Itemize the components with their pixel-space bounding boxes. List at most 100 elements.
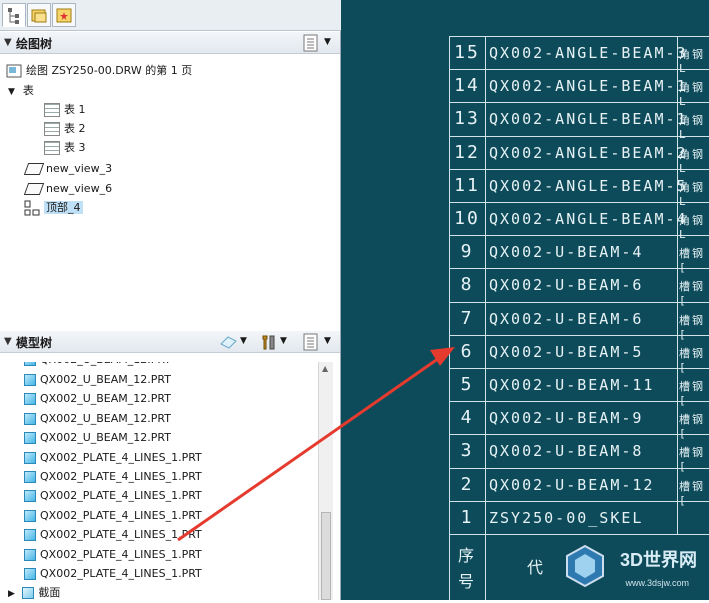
bom-row-number: 10 [454, 208, 480, 229]
table-label: 表 2 [64, 122, 86, 135]
table-icon [44, 122, 60, 136]
bom-row-number: 13 [454, 108, 480, 130]
watermark-url: www.3dsjw.com [625, 578, 689, 588]
part-icon [24, 509, 36, 522]
bom-part-code: QX002-U-BEAM-4 [489, 243, 644, 262]
eraser-dropdown-icon[interactable]: ▼ [240, 336, 247, 346]
scrollbar-thumb[interactable] [321, 512, 331, 600]
bom-header-no-top: 序 [457, 546, 476, 565]
view-node-selected[interactable]: 顶部_4 [24, 199, 83, 217]
bom-part-code: QX002-U-BEAM-8 [489, 442, 644, 461]
model-item[interactable]: QX002_PLATE_4_LINES_1.PRT [24, 565, 202, 583]
bom-part-code: QX002-U-BEAM-6 [489, 309, 644, 328]
bom-part-code: QX002-ANGLE-BEAM-1 [489, 77, 688, 96]
bom-part-code: QX002-ANGLE-BEAM-3 [489, 44, 688, 62]
tools-dropdown-icon[interactable]: ▼ [280, 336, 287, 346]
model-tree-header[interactable]: ▼ 模型树 ▼ ▼ ▼ [0, 331, 340, 353]
view-node-1[interactable]: new_view_3 [23, 160, 113, 178]
model-item-label: QX002_U_BEAM_12.PRT [40, 392, 171, 406]
list-options-icon[interactable] [302, 34, 320, 52]
model-item[interactable]: QX002_U_BEAM_12.PRT [24, 410, 171, 428]
drawing-tree-title: 绘图树 [16, 37, 53, 51]
bom-header-no-bottom: 号 [457, 572, 476, 591]
list-options-icon[interactable] [302, 333, 320, 351]
bom-row-number: 12 [454, 141, 480, 163]
tables-group-node[interactable]: ▼ 表 [8, 82, 34, 100]
bom-part-code: QX002-ANGLE-BEAM-2 [489, 143, 688, 162]
table-node-1[interactable]: 表 1 [44, 101, 86, 119]
table-line [449, 168, 709, 170]
options-dropdown-icon[interactable]: ▼ [324, 336, 331, 346]
model-item[interactable]: QX002_U_BEAM_12.PRT [24, 371, 171, 389]
bom-material: 槽钢[ [679, 380, 705, 407]
options-dropdown-icon[interactable]: ▼ [324, 37, 331, 47]
table-line [449, 235, 709, 237]
table-icon [44, 103, 60, 117]
expand-triangle-icon[interactable]: ▶ [8, 589, 15, 599]
bom-material: 角钢L [679, 48, 705, 75]
part-icon [24, 451, 36, 464]
collapse-triangle-icon[interactable]: ▼ [4, 37, 12, 48]
model-item[interactable]: QX002_U_BEAM_12.PRT [24, 429, 171, 447]
bom-material: 角钢L [679, 180, 705, 208]
drawing-canvas[interactable]: 15 QX002-ANGLE-BEAM-3 角钢L 14 QX002-ANGLE-BEA… [341, 0, 709, 600]
table-line [449, 202, 709, 203]
bom-row-number: 15 [454, 42, 480, 63]
tools-icon[interactable] [258, 333, 278, 351]
folder-tab-button[interactable] [27, 3, 51, 27]
table-line [449, 334, 709, 336]
scroll-up-icon[interactable]: ▲ [322, 364, 328, 373]
model-item[interactable]: QX002_PLATE_4_LINES_1.PRT [24, 449, 202, 467]
bom-part-code: QX002-U-BEAM-6 [489, 276, 644, 295]
table-line [449, 135, 709, 137]
part-icon [24, 568, 36, 580]
model-item[interactable]: QX002_U_BEAM_12.PRT [24, 390, 171, 408]
table-line [449, 102, 709, 104]
tree-tab-button[interactable] [2, 3, 26, 27]
bom-row-number: 1 [460, 506, 474, 528]
view-icon [23, 163, 45, 175]
part-icon [24, 374, 36, 386]
bom-row-number: 2 [460, 473, 474, 495]
bom-material: 槽钢[ [679, 346, 705, 374]
section-icon [22, 587, 35, 599]
model-item-label: QX002_U_BEAM_12.PRT [40, 431, 171, 445]
section-label: 截面 [38, 586, 61, 599]
drawing-sheet-node[interactable]: 绘图 ZSY250-00.DRW 的第 1 页 [6, 62, 192, 80]
table-line [449, 368, 709, 369]
part-icon [24, 548, 36, 561]
tree-icon [8, 8, 19, 24]
drawing-tree-header[interactable]: ▼ 绘图树 ▼ [0, 32, 340, 54]
expand-triangle-icon[interactable]: ▼ [8, 87, 15, 97]
table-line [449, 434, 709, 436]
favorites-tab-button[interactable] [52, 3, 76, 27]
model-item[interactable]: QX002_PLATE_4_LINES_1.PRT [24, 546, 202, 564]
model-item-label: QX002_U_BEAM_12.PRT [40, 373, 171, 386]
part-icon [24, 362, 36, 366]
table-label: 表 1 [64, 103, 86, 116]
table-node-3[interactable]: 表 3 [44, 139, 86, 157]
part-icon [24, 393, 36, 406]
collapse-triangle-icon[interactable]: ▼ [4, 336, 12, 347]
view-label: new_view_3 [46, 162, 113, 175]
bom-row-number: 11 [454, 174, 480, 196]
tables-group-label: 表 [22, 84, 34, 97]
eraser-icon[interactable] [218, 334, 238, 350]
part-icon [24, 432, 36, 445]
bom-material: 槽钢[ [679, 479, 705, 507]
bom-material: 角钢L [679, 114, 705, 142]
table-icon [44, 141, 60, 155]
model-tree-scrollbar[interactable]: ▲ [318, 362, 333, 600]
model-item-partial[interactable]: QX002_U_BEAM_12.PRT [24, 362, 171, 369]
model-item[interactable]: QX002_PLATE_4_LINES_1.PRT [24, 526, 202, 544]
table-node-2[interactable]: 表 2 [44, 120, 86, 138]
view-node-2[interactable]: new_view_6 [23, 180, 112, 198]
model-item[interactable]: QX002_PLATE_4_LINES_1.PRT [24, 507, 202, 525]
model-item[interactable]: QX002_PLATE_4_LINES_1.PRT [24, 468, 202, 486]
model-item-label: QX002_PLATE_4_LINES_1.PRT [40, 528, 202, 542]
model-item[interactable]: QX002_PLATE_4_LINES_1.PRT [24, 487, 202, 505]
left-panel: ▼ 绘图树 ▼ 绘图 ZSY250-00.DRW 的第 1 页 ▼ 表 表 1 表… [0, 0, 341, 600]
section-node[interactable]: ▶ 截面 [8, 584, 60, 602]
bom-part-code: QX002-U-BEAM-9 [489, 409, 644, 428]
table-line [449, 467, 709, 469]
